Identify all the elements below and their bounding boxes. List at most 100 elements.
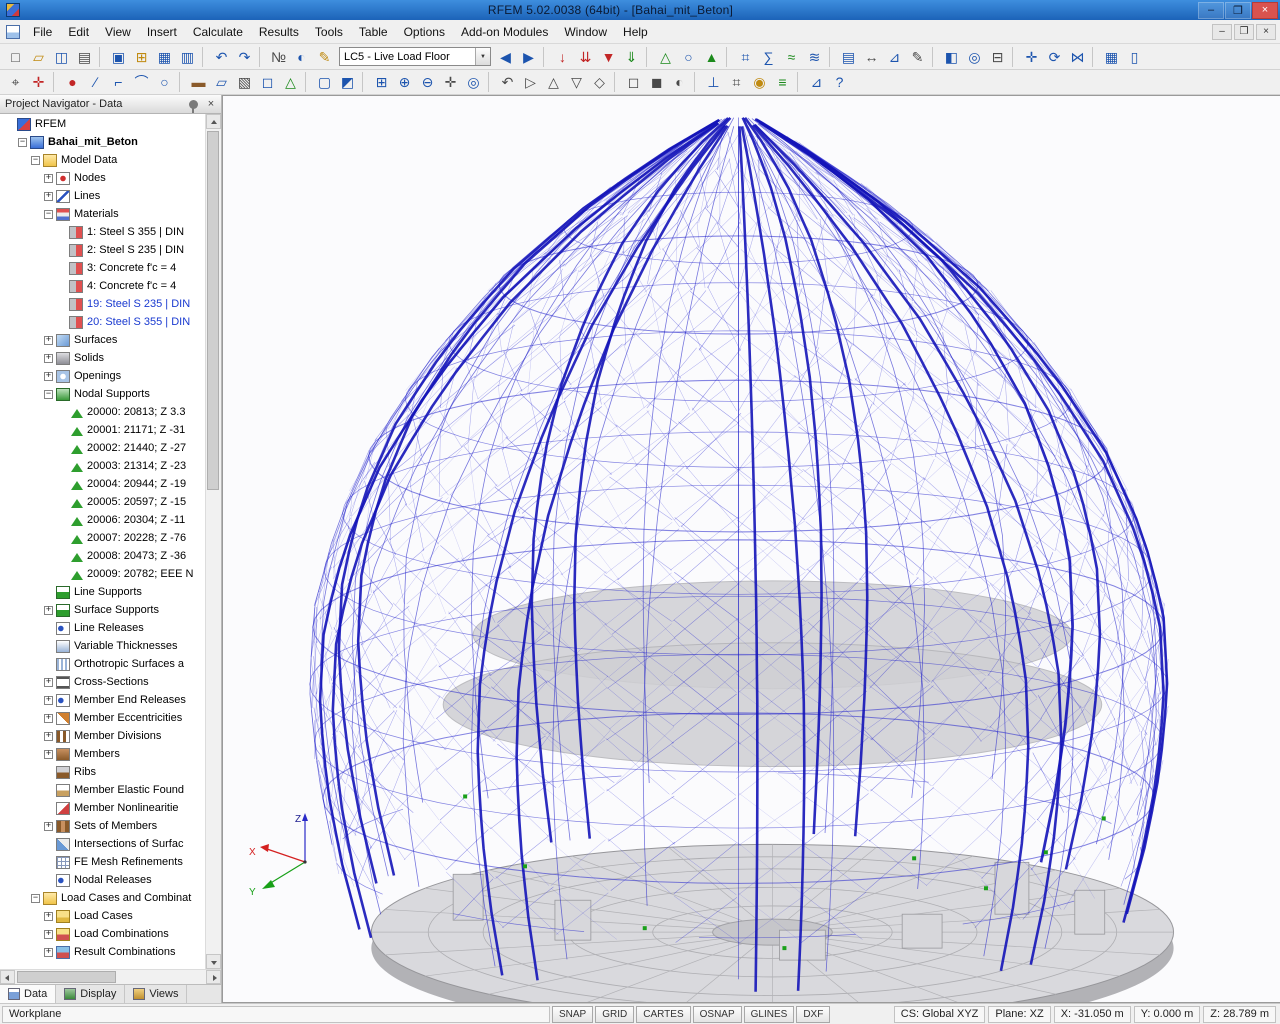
- expand-toggle-icon[interactable]: [44, 174, 53, 183]
- expand-toggle-icon[interactable]: [44, 390, 53, 399]
- tree-item[interactable]: Member Elastic Found: [0, 781, 205, 799]
- new-opening-button[interactable]: ◻: [256, 71, 279, 93]
- visibilities-button[interactable]: ◧: [940, 46, 963, 68]
- new-arc-button[interactable]: ⌒: [130, 71, 153, 93]
- tree-item[interactable]: 20008: 20473; Z -36: [0, 547, 205, 565]
- undo-button[interactable]: ↶: [210, 46, 233, 68]
- result-diagrams-button[interactable]: ≋: [803, 46, 826, 68]
- expand-toggle-icon[interactable]: [44, 822, 53, 831]
- expand-toggle-icon[interactable]: [44, 714, 53, 723]
- new-solid-button[interactable]: ▧: [233, 71, 256, 93]
- status-toggle-grid[interactable]: GRID: [595, 1006, 634, 1023]
- tree-item[interactable]: Solids: [0, 349, 205, 367]
- user-views-button[interactable]: ◎: [963, 46, 986, 68]
- new-circle-button[interactable]: ○: [153, 71, 176, 93]
- document-icon[interactable]: [6, 25, 20, 39]
- tree-item[interactable]: 20001: 21171; Z -31: [0, 421, 205, 439]
- tree-item[interactable]: Intersections of Surfac: [0, 835, 205, 853]
- surface-support-button[interactable]: ▲: [700, 46, 723, 68]
- scroll-down-icon[interactable]: [206, 954, 221, 969]
- tree-item[interactable]: Nodal Supports: [0, 385, 205, 403]
- workplane-button[interactable]: ⊥: [702, 71, 725, 93]
- tree-item[interactable]: Surfaces: [0, 331, 205, 349]
- zoom-in-button[interactable]: ⊕: [393, 71, 416, 93]
- expand-toggle-icon[interactable]: [44, 930, 53, 939]
- new-node-support-button[interactable]: △: [279, 71, 302, 93]
- tree-item[interactable]: Cross-Sections: [0, 673, 205, 691]
- pin-icon[interactable]: [189, 100, 198, 109]
- navigator-tab[interactable]: Display: [56, 985, 125, 1003]
- expand-toggle-icon[interactable]: [44, 192, 53, 201]
- select-all-button[interactable]: ▢: [313, 71, 336, 93]
- tree-item[interactable]: Openings: [0, 367, 205, 385]
- status-toggle-osnap[interactable]: OSNAP: [693, 1006, 742, 1023]
- tree-item[interactable]: Member Divisions: [0, 727, 205, 745]
- object-snap-button[interactable]: ◉: [748, 71, 771, 93]
- scroll-right-icon[interactable]: [206, 970, 221, 984]
- scroll-left-icon[interactable]: [0, 970, 15, 984]
- expand-toggle-icon[interactable]: [44, 750, 53, 759]
- view-z-button[interactable]: ▽: [565, 71, 588, 93]
- status-toggle-cartes[interactable]: CARTES: [636, 1006, 690, 1023]
- menu-item-file[interactable]: File: [25, 20, 60, 43]
- copy-picture-button[interactable]: ▣: [107, 46, 130, 68]
- view-y-button[interactable]: △: [542, 71, 565, 93]
- tree-item[interactable]: Load Combinations: [0, 925, 205, 943]
- expand-toggle-icon[interactable]: [44, 336, 53, 345]
- tables-button[interactable]: ▥: [176, 46, 199, 68]
- navigator-tab[interactable]: Views: [125, 985, 187, 1003]
- menu-item-help[interactable]: Help: [615, 20, 656, 43]
- dimensions-button[interactable]: ⊿: [883, 46, 906, 68]
- project-manager-button[interactable]: ▦: [153, 46, 176, 68]
- ruler-button[interactable]: ⊿: [805, 71, 828, 93]
- menu-item-add-on-modules[interactable]: Add-on Modules: [453, 20, 556, 43]
- open-button[interactable]: ▱: [27, 46, 50, 68]
- tree-item[interactable]: Result Combinations: [0, 943, 205, 961]
- menu-item-insert[interactable]: Insert: [139, 20, 185, 43]
- expand-toggle-icon[interactable]: [44, 732, 53, 741]
- tree-item[interactable]: Sets of Members: [0, 817, 205, 835]
- scrollbar-thumb[interactable]: [17, 971, 116, 983]
- expand-toggle-icon[interactable]: [44, 948, 53, 957]
- view-x-button[interactable]: ▷: [519, 71, 542, 93]
- expand-toggle-icon[interactable]: [18, 138, 27, 147]
- nodal-support-button[interactable]: △: [654, 46, 677, 68]
- tree-item[interactable]: 20004: 20944; Z -19: [0, 475, 205, 493]
- new-line-button[interactable]: ∕: [84, 71, 107, 93]
- snap-button[interactable]: ✛: [27, 71, 50, 93]
- chevron-down-icon[interactable]: ▼: [475, 48, 490, 65]
- menu-item-tools[interactable]: Tools: [307, 20, 351, 43]
- tree-item[interactable]: Member End Releases: [0, 691, 205, 709]
- expand-toggle-icon[interactable]: [44, 354, 53, 363]
- tree-item[interactable]: Ribs: [0, 763, 205, 781]
- zoom-window-button[interactable]: ⊞: [370, 71, 393, 93]
- surface-load-button[interactable]: ▼: [597, 46, 620, 68]
- save-button[interactable]: ◫: [50, 46, 73, 68]
- select-special-button[interactable]: ◩: [336, 71, 359, 93]
- tree-item[interactable]: Nodes: [0, 169, 205, 187]
- solid-display-button[interactable]: ◼: [645, 71, 668, 93]
- tree-item[interactable]: Members: [0, 745, 205, 763]
- tree-item[interactable]: Surface Supports: [0, 601, 205, 619]
- tree-item[interactable]: 19: Steel S 235 | DIN: [0, 295, 205, 313]
- tree-item[interactable]: Model Data: [0, 151, 205, 169]
- navigator-close-icon[interactable]: ×: [204, 97, 218, 111]
- help-button[interactable]: ?: [828, 71, 851, 93]
- clipping-planes-button[interactable]: ⊟: [986, 46, 1009, 68]
- zoom-out-button[interactable]: ⊖: [416, 71, 439, 93]
- menu-item-calculate[interactable]: Calculate: [185, 20, 251, 43]
- menu-item-options[interactable]: Options: [396, 20, 453, 43]
- tree-item[interactable]: 20003: 21314; Z -23: [0, 457, 205, 475]
- comments-button[interactable]: ✎: [906, 46, 929, 68]
- edit-load-cases-button[interactable]: ✎: [313, 46, 336, 68]
- mdi-close-button[interactable]: ×: [1256, 24, 1276, 40]
- new-polyline-button[interactable]: ⌐: [107, 71, 130, 93]
- new-button[interactable]: □: [4, 46, 27, 68]
- maximize-button[interactable]: ❐: [1225, 2, 1251, 19]
- member-hinge-button[interactable]: ○: [677, 46, 700, 68]
- close-button[interactable]: ×: [1252, 2, 1278, 19]
- status-toggle-snap[interactable]: SNAP: [552, 1006, 593, 1023]
- mirror-copy-button[interactable]: ⋈: [1066, 46, 1089, 68]
- expand-toggle-icon[interactable]: [44, 678, 53, 687]
- pan-button[interactable]: ✛: [439, 71, 462, 93]
